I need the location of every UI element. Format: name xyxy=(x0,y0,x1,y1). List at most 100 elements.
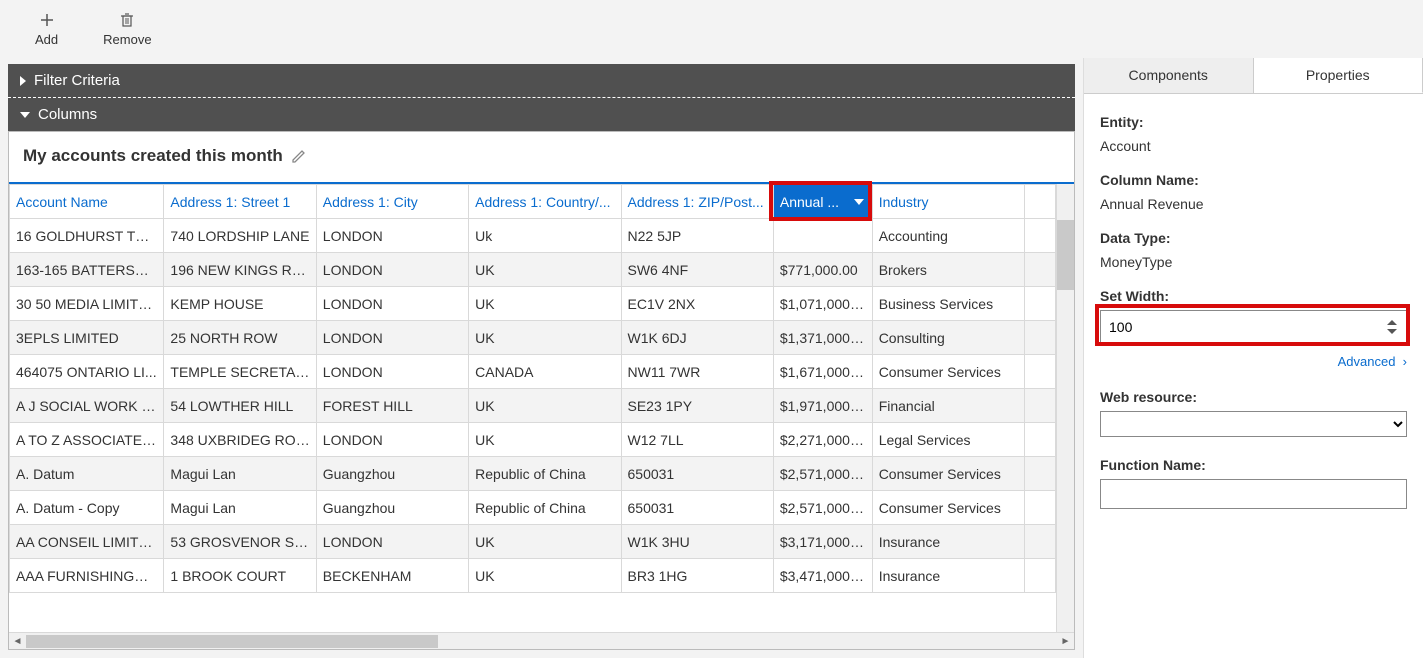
scroll-right-icon[interactable]: ► xyxy=(1057,633,1074,650)
panel-tabs: Components Properties xyxy=(1084,58,1423,94)
column-header[interactable]: Industry xyxy=(872,185,1024,219)
add-button[interactable]: Add xyxy=(35,12,58,47)
table-cell: Consulting xyxy=(872,321,1024,355)
table-cell: A TO Z ASSOCIATED... xyxy=(10,423,164,457)
table-cell: UK xyxy=(469,559,621,593)
tab-components[interactable]: Components xyxy=(1084,58,1254,93)
table-cell: $1,371,000.00 xyxy=(773,321,872,355)
table-row[interactable]: 30 50 MEDIA LIMITEDKEMP HOUSELONDONUKEC1… xyxy=(10,287,1056,321)
table-cell: 30 50 MEDIA LIMITED xyxy=(10,287,164,321)
add-label: Add xyxy=(35,32,58,47)
column-header[interactable]: Address 1: Country/... xyxy=(469,185,621,219)
set-width-label: Set Width: xyxy=(1100,288,1407,304)
table-cell: UK xyxy=(469,253,621,287)
pencil-icon[interactable] xyxy=(291,148,307,164)
width-step-up-icon[interactable] xyxy=(1387,320,1397,325)
table-cell-filler xyxy=(1025,525,1056,559)
table-cell: TEMPLE SECRETARIE... xyxy=(164,355,316,389)
tab-properties[interactable]: Properties xyxy=(1254,58,1423,93)
table-cell: Uk xyxy=(469,219,621,253)
column-header[interactable]: Address 1: City xyxy=(316,185,468,219)
table-cell-filler xyxy=(1025,355,1056,389)
table-cell: LONDON xyxy=(316,321,468,355)
table-cell-filler xyxy=(1025,389,1056,423)
table-cell: 740 LORDSHIP LANE xyxy=(164,219,316,253)
table-cell: Brokers xyxy=(872,253,1024,287)
advanced-link[interactable]: Advanced › xyxy=(1100,354,1407,369)
filter-criteria-header[interactable]: Filter Criteria xyxy=(8,64,1075,97)
left-pane: Filter Criteria Columns My accounts crea… xyxy=(0,58,1083,658)
web-resource-select[interactable] xyxy=(1100,411,1407,437)
columns-header[interactable]: Columns xyxy=(8,97,1075,131)
table-cell: UK xyxy=(469,525,621,559)
table-row[interactable]: 163-165 BATTERSEA...196 NEW KINGS RO...L… xyxy=(10,253,1056,287)
table-cell: SW6 4NF xyxy=(621,253,773,287)
table-cell: LONDON xyxy=(316,253,468,287)
table-cell: 25 NORTH ROW xyxy=(164,321,316,355)
data-type-value: MoneyType xyxy=(1100,254,1407,270)
table-cell: 163-165 BATTERSEA... xyxy=(10,253,164,287)
table-cell: EC1V 2NX xyxy=(621,287,773,321)
column-header-filler xyxy=(1025,185,1056,219)
table-cell: KEMP HOUSE xyxy=(164,287,316,321)
table-cell: $2,571,000.00 xyxy=(773,491,872,525)
scroll-left-icon[interactable]: ◄ xyxy=(9,633,26,650)
table-row[interactable]: AA CONSEIL LIMITED53 GROSVENOR STR...LON… xyxy=(10,525,1056,559)
table-cell: UK xyxy=(469,389,621,423)
column-header[interactable]: Address 1: Street 1 xyxy=(164,185,316,219)
table-cell: LONDON xyxy=(316,525,468,559)
table-cell: $2,571,000.00 xyxy=(773,457,872,491)
remove-button[interactable]: Remove xyxy=(103,12,151,47)
table-cell: N22 5JP xyxy=(621,219,773,253)
table-cell: $771,000.00 xyxy=(773,253,872,287)
table-cell: NW11 7WR xyxy=(621,355,773,389)
view-title-row: My accounts created this month xyxy=(9,132,1074,182)
vertical-scrollbar[interactable] xyxy=(1056,184,1074,632)
column-header[interactable]: Account Name xyxy=(10,185,164,219)
table-cell: Consumer Services xyxy=(872,355,1024,389)
function-name-input[interactable] xyxy=(1100,479,1407,509)
table-cell: UK xyxy=(469,287,621,321)
table-cell-filler xyxy=(1025,321,1056,355)
table-cell: CANADA xyxy=(469,355,621,389)
set-width-input[interactable] xyxy=(1100,310,1407,344)
table-cell: 348 UXBRIDEG ROAD xyxy=(164,423,316,457)
table-row[interactable]: 16 GOLDHURST TER...740 LORDSHIP LANELOND… xyxy=(10,219,1056,253)
table-cell: W12 7LL xyxy=(621,423,773,457)
view-title: My accounts created this month xyxy=(23,146,283,166)
table-cell: Guangzhou xyxy=(316,491,468,525)
table-cell: Guangzhou xyxy=(316,457,468,491)
table-cell: LONDON xyxy=(316,287,468,321)
table-cell: 54 LOWTHER HILL xyxy=(164,389,316,423)
function-name-label: Function Name: xyxy=(1100,457,1407,473)
table-cell: FOREST HILL xyxy=(316,389,468,423)
table-cell: $1,971,000.00 xyxy=(773,389,872,423)
column-header[interactable]: Annual ... xyxy=(773,185,872,219)
table-cell: Financial xyxy=(872,389,1024,423)
horizontal-scrollbar[interactable]: ◄ ► xyxy=(9,632,1074,649)
table-cell: Republic of China xyxy=(469,457,621,491)
table-cell: SE23 1PY xyxy=(621,389,773,423)
column-header[interactable]: Address 1: ZIP/Post... xyxy=(621,185,773,219)
table-cell: 650031 xyxy=(621,491,773,525)
width-step-down-icon[interactable] xyxy=(1387,329,1397,334)
column-name-value: Annual Revenue xyxy=(1100,196,1407,212)
table-cell-filler xyxy=(1025,287,1056,321)
table-cell: Magui Lan xyxy=(164,457,316,491)
table-row[interactable]: A. DatumMagui LanGuangzhouRepublic of Ch… xyxy=(10,457,1056,491)
table-row[interactable]: 3EPLS LIMITED25 NORTH ROWLONDONUKW1K 6DJ… xyxy=(10,321,1056,355)
table-cell: LONDON xyxy=(316,423,468,457)
table-cell: LONDON xyxy=(316,219,468,253)
table-row[interactable]: A TO Z ASSOCIATED...348 UXBRIDEG ROADLON… xyxy=(10,423,1056,457)
trash-icon xyxy=(119,12,135,28)
table-cell-filler xyxy=(1025,491,1056,525)
table-cell-filler xyxy=(1025,219,1056,253)
column-name-label: Column Name: xyxy=(1100,172,1407,188)
table-row[interactable]: A. Datum - CopyMagui LanGuangzhouRepubli… xyxy=(10,491,1056,525)
data-type-label: Data Type: xyxy=(1100,230,1407,246)
table-row[interactable]: A J SOCIAL WORK L...54 LOWTHER HILLFORES… xyxy=(10,389,1056,423)
table-row[interactable]: AAA FURNISHINGS ...1 BROOK COURTBECKENHA… xyxy=(10,559,1056,593)
table-cell-filler xyxy=(1025,457,1056,491)
table-cell: 650031 xyxy=(621,457,773,491)
table-row[interactable]: 464075 ONTARIO LI...TEMPLE SECRETARIE...… xyxy=(10,355,1056,389)
